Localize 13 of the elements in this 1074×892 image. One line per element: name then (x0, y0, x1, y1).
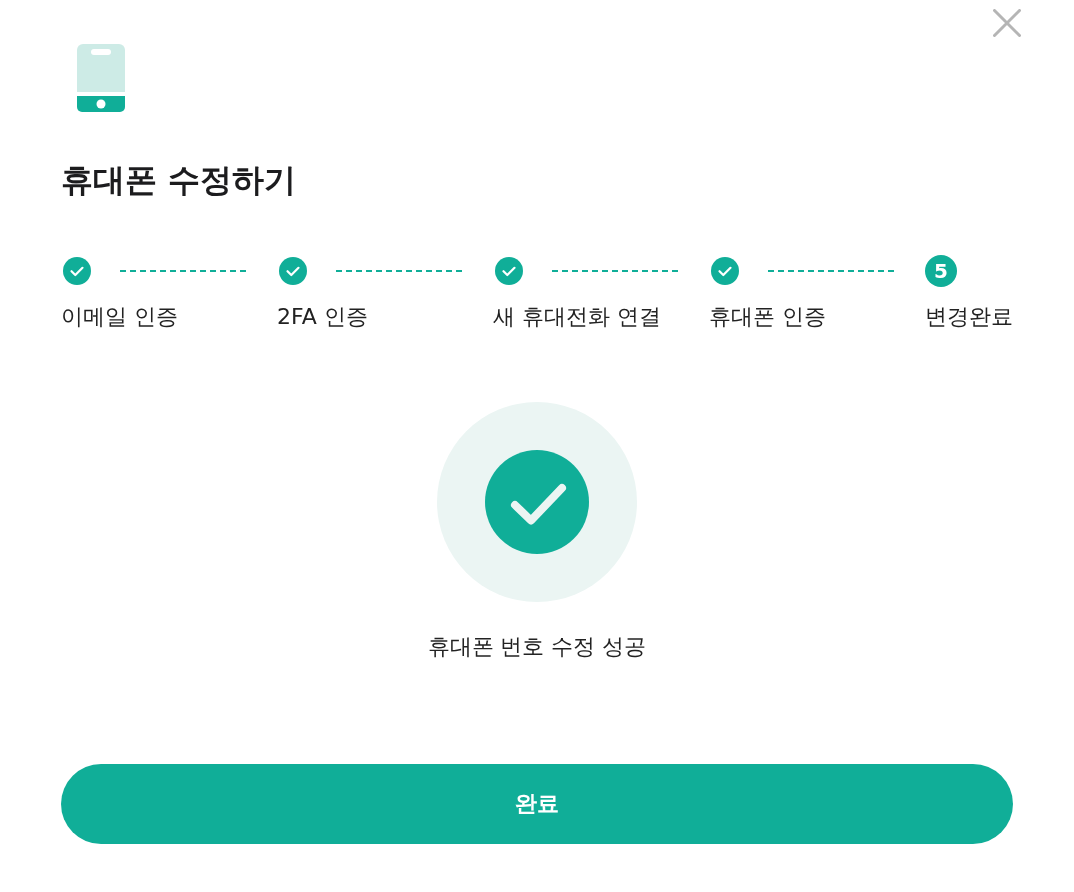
step-label: 새 휴대전화 연결 (493, 303, 661, 331)
success-message: 휴대폰 번호 수정 성공 (427, 633, 647, 661)
step-number: 5 (925, 255, 957, 287)
phone-icon (77, 44, 125, 112)
close-button[interactable] (993, 9, 1021, 37)
success-check-icon (437, 402, 637, 602)
step-label: 변경완료 (925, 303, 1013, 331)
close-icon (993, 9, 1021, 37)
step-label: 이메일 인증 (61, 303, 178, 331)
step-label: 휴대폰 인증 (709, 303, 826, 331)
step-label: 2FA 인증 (277, 303, 368, 331)
done-button[interactable]: 완료 (61, 764, 1013, 844)
dialog-title: 휴대폰 수정하기 (61, 160, 297, 200)
